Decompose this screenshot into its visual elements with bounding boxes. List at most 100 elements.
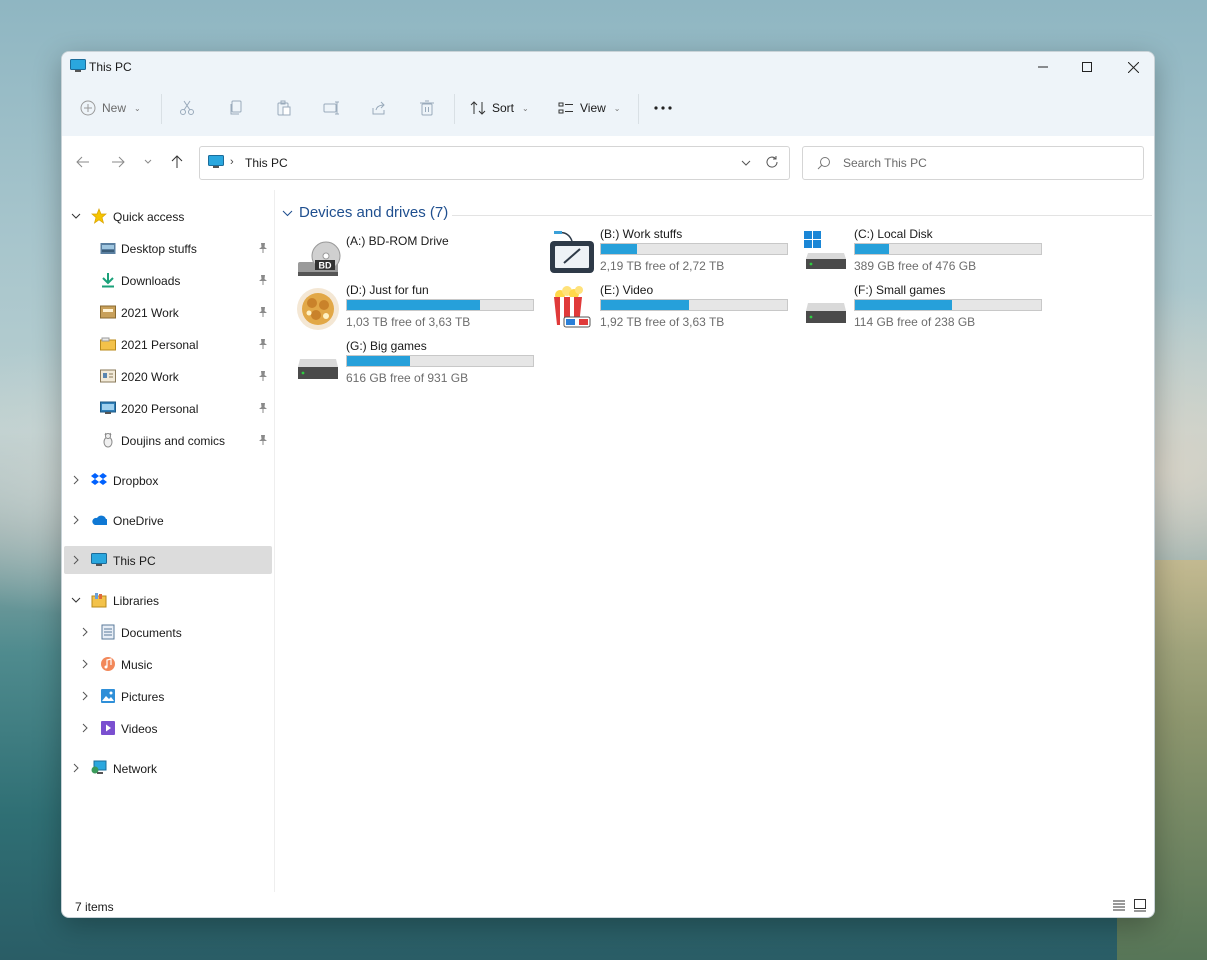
minimize-button[interactable]	[1020, 52, 1066, 82]
drive-usage-bar	[346, 299, 534, 311]
details-view-button[interactable]	[1112, 898, 1128, 914]
refresh-button[interactable]	[765, 155, 779, 172]
downloads-icon	[100, 272, 116, 288]
drive-item-a[interactable]: BD (A:) BD-ROM Drive	[294, 234, 544, 288]
popcorn-icon	[548, 285, 596, 333]
drive-name: (C:) Local Disk	[854, 227, 933, 241]
windows-drive-icon	[802, 229, 850, 277]
drive-usage-fill	[347, 356, 410, 366]
sidebar-item-libraries[interactable]: Libraries	[64, 586, 272, 614]
cut-button[interactable]	[179, 90, 195, 126]
chevron-right-icon[interactable]	[70, 514, 82, 526]
content-pane: Devices and drives (7) BD (A:) BD-ROM Dr…	[276, 198, 1154, 892]
sidebar-item-doujins-and-comics[interactable]: Doujins and comics	[64, 426, 272, 454]
group-title: Devices and drives (7)	[299, 203, 449, 221]
sidebar-divider	[274, 190, 275, 892]
close-button[interactable]	[1110, 52, 1154, 82]
sidebar-item-this-pc[interactable]: This PC	[64, 546, 272, 574]
address-bar[interactable]: › This PC	[199, 146, 790, 180]
pin-icon	[258, 242, 268, 257]
drive-free-space: 114 GB free of 238 GB	[854, 315, 976, 329]
search-input[interactable]: Search This PC	[843, 156, 927, 170]
drive-usage-bar	[854, 299, 1042, 311]
folder-icon	[100, 368, 116, 384]
cookie-icon	[294, 285, 342, 333]
chevron-down-icon[interactable]	[70, 594, 82, 606]
sidebar-item-desktop-stuffs[interactable]: Desktop stuffs	[64, 234, 272, 262]
drive-item-c[interactable]: (C:) Local Disk 389 GB free of 476 GB	[802, 227, 1052, 281]
share-button[interactable]	[371, 90, 387, 126]
sidebar-item-quick-access[interactable]: Quick access	[64, 202, 272, 230]
search-box[interactable]: Search This PC	[802, 146, 1144, 180]
sidebar-item-documents[interactable]: Documents	[64, 618, 272, 646]
dropbox-icon	[91, 472, 107, 488]
tiles-view-button[interactable]	[1133, 898, 1149, 914]
sort-button[interactable]: Sort ⌄	[470, 90, 529, 126]
sidebar-item-onedrive[interactable]: OneDrive	[64, 506, 272, 534]
sidebar-item-pictures[interactable]: Pictures	[64, 682, 272, 710]
sidebar-item-music[interactable]: Music	[64, 650, 272, 678]
maximize-icon	[1082, 62, 1092, 72]
chevron-right-icon[interactable]	[79, 722, 91, 734]
hard-drive-icon	[802, 285, 850, 333]
view-label: View	[580, 101, 606, 115]
address-history-dropdown[interactable]	[741, 156, 751, 170]
maximize-button[interactable]	[1064, 52, 1110, 82]
drive-name: (G:) Big games	[346, 339, 427, 353]
sidebar-item-label: OneDrive	[113, 514, 164, 528]
drive-item-f[interactable]: (F:) Small games 114 GB free of 238 GB	[802, 283, 1052, 337]
chevron-down-icon[interactable]	[70, 210, 82, 222]
more-icon	[654, 106, 672, 110]
up-button[interactable]	[167, 154, 187, 170]
sidebar-item-dropbox[interactable]: Dropbox	[64, 466, 272, 494]
sidebar-item-label: Quick access	[113, 210, 185, 224]
sidebar-item-downloads[interactable]: Downloads	[64, 266, 272, 294]
sidebar-item-2021-work[interactable]: 2021 Work	[64, 298, 272, 326]
sidebar-item-network[interactable]: Network	[64, 754, 272, 782]
breadcrumb-this-pc[interactable]: This PC	[245, 156, 288, 170]
copy-button[interactable]	[228, 90, 244, 126]
chevron-right-icon[interactable]	[79, 658, 91, 670]
drive-item-b[interactable]: (B:) Work stuffs 2,19 TB free of 2,72 TB	[548, 227, 798, 281]
sidebar-item-2020-personal[interactable]: 2020 Personal	[64, 394, 272, 422]
chevron-down-icon: ⌄	[522, 103, 529, 113]
drawing-tablet-icon	[548, 229, 596, 277]
chevron-right-icon[interactable]	[70, 474, 82, 486]
forward-button[interactable]	[108, 154, 128, 170]
sidebar-item-2020-work[interactable]: 2020 Work	[64, 362, 272, 390]
devices-and-drives-header[interactable]: Devices and drives (7)	[282, 202, 1152, 222]
sidebar-item-2021-personal[interactable]: 2021 Personal	[64, 330, 272, 358]
chevron-right-icon[interactable]	[70, 554, 82, 566]
arrow-left-icon	[76, 156, 89, 168]
drive-name: (B:) Work stuffs	[600, 227, 683, 241]
chevron-right-icon[interactable]	[70, 762, 82, 774]
pin-icon	[258, 338, 268, 353]
recent-locations-button[interactable]	[138, 154, 158, 170]
drive-item-g[interactable]: (G:) Big games 616 GB free of 931 GB	[294, 339, 544, 393]
drive-item-e[interactable]: (E:) Video 1,92 TB free of 3,63 TB	[548, 283, 798, 337]
rename-button[interactable]	[323, 90, 341, 126]
more-options-button[interactable]	[654, 90, 672, 126]
pin-icon	[258, 274, 268, 289]
view-button[interactable]: View ⌄	[558, 90, 621, 126]
delete-button[interactable]	[419, 90, 435, 126]
libraries-icon	[91, 592, 107, 608]
chevron-right-icon[interactable]	[79, 626, 91, 638]
sidebar-item-videos[interactable]: Videos	[64, 714, 272, 742]
drive-usage-bar	[346, 355, 534, 367]
drive-name: (A:) BD-ROM Drive	[346, 234, 449, 248]
folder-icon	[100, 304, 116, 320]
pictures-icon	[100, 688, 116, 704]
paste-button[interactable]	[276, 90, 292, 126]
item-count: 7 items	[75, 900, 114, 914]
new-button[interactable]: New ⌄	[80, 90, 141, 126]
trash-icon	[420, 100, 434, 116]
back-button[interactable]	[73, 154, 93, 170]
drive-usage-fill	[601, 244, 638, 254]
drive-item-d[interactable]: (D:) Just for fun 1,03 TB free of 3,63 T…	[294, 283, 544, 337]
this-pc-icon	[208, 155, 224, 172]
chevron-right-icon[interactable]	[79, 690, 91, 702]
drive-free-space: 389 GB free of 476 GB	[854, 259, 977, 273]
drive-usage-fill	[347, 300, 481, 310]
desktop-folder-icon	[100, 240, 116, 256]
